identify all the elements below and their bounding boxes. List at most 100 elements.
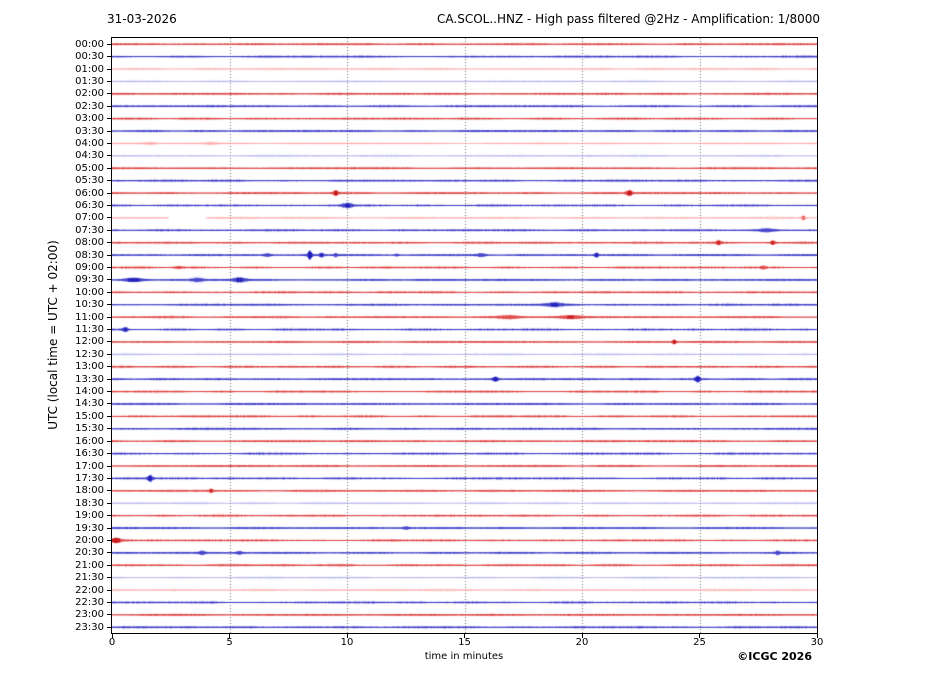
y-tick-mark (107, 428, 111, 429)
y-tick-label: 03:00 (0, 113, 104, 124)
y-tick-mark (107, 552, 111, 553)
y-tick-label: 12:00 (0, 336, 104, 347)
y-tick-mark (107, 267, 111, 268)
y-tick-mark (107, 503, 111, 504)
y-tick-mark (107, 292, 111, 293)
y-tick-label: 14:30 (0, 398, 104, 409)
y-tick-label: 13:30 (0, 374, 104, 385)
y-tick-label: 00:30 (0, 51, 104, 62)
y-tick-label: 11:30 (0, 324, 104, 335)
x-tick-label: 30 (802, 637, 832, 648)
y-tick-label: 18:30 (0, 498, 104, 509)
y-tick-label: 10:30 (0, 299, 104, 310)
y-tick-mark (107, 528, 111, 529)
y-tick-mark (107, 627, 111, 628)
y-tick-label: 23:00 (0, 609, 104, 620)
x-tick-label: 5 (215, 637, 245, 648)
y-tick-label: 05:00 (0, 163, 104, 174)
y-tick-label: 07:00 (0, 212, 104, 223)
y-tick-mark (107, 205, 111, 206)
y-tick-mark (107, 217, 111, 218)
y-tick-label: 13:00 (0, 361, 104, 372)
y-tick-mark (107, 317, 111, 318)
y-tick-label: 11:00 (0, 312, 104, 323)
y-tick-mark (107, 118, 111, 119)
y-tick-mark (107, 242, 111, 243)
y-tick-label: 14:00 (0, 386, 104, 397)
y-tick-label: 16:00 (0, 436, 104, 447)
x-tick-label: 20 (567, 637, 597, 648)
y-tick-mark (107, 81, 111, 82)
copyright-text: ©ICGC 2026 (737, 650, 812, 663)
y-tick-label: 01:30 (0, 76, 104, 87)
y-tick-mark (107, 366, 111, 367)
y-tick-label: 23:30 (0, 622, 104, 633)
y-tick-label: 21:00 (0, 560, 104, 571)
y-tick-label: 08:00 (0, 237, 104, 248)
y-tick-mark (107, 131, 111, 132)
station-title: CA.SCOL..HNZ - High pass filtered @2Hz -… (437, 12, 820, 26)
y-tick-label: 10:00 (0, 287, 104, 298)
y-tick-label: 12:30 (0, 349, 104, 360)
y-tick-label: 04:30 (0, 150, 104, 161)
y-tick-mark (107, 466, 111, 467)
y-tick-mark (107, 614, 111, 615)
y-tick-label: 01:00 (0, 64, 104, 75)
y-tick-label: 06:00 (0, 188, 104, 199)
y-tick-label: 16:30 (0, 448, 104, 459)
y-tick-mark (107, 565, 111, 566)
y-tick-mark (107, 602, 111, 603)
y-tick-label: 19:00 (0, 510, 104, 521)
y-tick-label: 04:00 (0, 138, 104, 149)
y-tick-mark (107, 304, 111, 305)
x-tick-label: 0 (97, 637, 127, 648)
y-tick-label: 17:30 (0, 473, 104, 484)
y-tick-mark (107, 168, 111, 169)
y-tick-mark (107, 490, 111, 491)
y-tick-mark (107, 403, 111, 404)
y-tick-mark (107, 69, 111, 70)
y-tick-mark (107, 391, 111, 392)
y-tick-label: 22:00 (0, 585, 104, 596)
y-tick-label: 06:30 (0, 200, 104, 211)
y-tick-label: 02:30 (0, 101, 104, 112)
y-tick-mark (107, 93, 111, 94)
y-tick-label: 20:30 (0, 547, 104, 558)
y-tick-mark (107, 56, 111, 57)
y-tick-label: 09:00 (0, 262, 104, 273)
y-tick-mark (107, 453, 111, 454)
date-title: 31-03-2026 (107, 12, 177, 26)
y-tick-mark (107, 416, 111, 417)
x-tick-label: 25 (685, 637, 715, 648)
y-tick-mark (107, 180, 111, 181)
y-tick-mark (107, 279, 111, 280)
y-tick-mark (107, 354, 111, 355)
y-tick-mark (107, 44, 111, 45)
y-tick-label: 17:00 (0, 461, 104, 472)
y-tick-label: 21:30 (0, 572, 104, 583)
y-tick-label: 05:30 (0, 175, 104, 186)
y-tick-mark (107, 577, 111, 578)
y-tick-mark (107, 341, 111, 342)
y-tick-label: 02:00 (0, 88, 104, 99)
y-tick-label: 19:30 (0, 523, 104, 534)
seismogram-traces-canvas (112, 38, 817, 633)
y-tick-mark (107, 379, 111, 380)
y-tick-label: 15:30 (0, 423, 104, 434)
y-tick-mark (107, 106, 111, 107)
y-tick-label: 20:00 (0, 535, 104, 546)
y-tick-mark (107, 230, 111, 231)
y-tick-label: 18:00 (0, 485, 104, 496)
x-tick-label: 15 (450, 637, 480, 648)
y-tick-mark (107, 540, 111, 541)
y-tick-mark (107, 155, 111, 156)
y-tick-mark (107, 329, 111, 330)
y-tick-label: 07:30 (0, 225, 104, 236)
helicorder-page: 31-03-2026 CA.SCOL..HNZ - High pass filt… (0, 0, 927, 696)
y-tick-mark (107, 193, 111, 194)
y-tick-label: 00:00 (0, 39, 104, 50)
y-tick-label: 22:30 (0, 597, 104, 608)
y-tick-mark (107, 143, 111, 144)
x-tick-label: 10 (332, 637, 362, 648)
y-tick-label: 09:30 (0, 274, 104, 285)
